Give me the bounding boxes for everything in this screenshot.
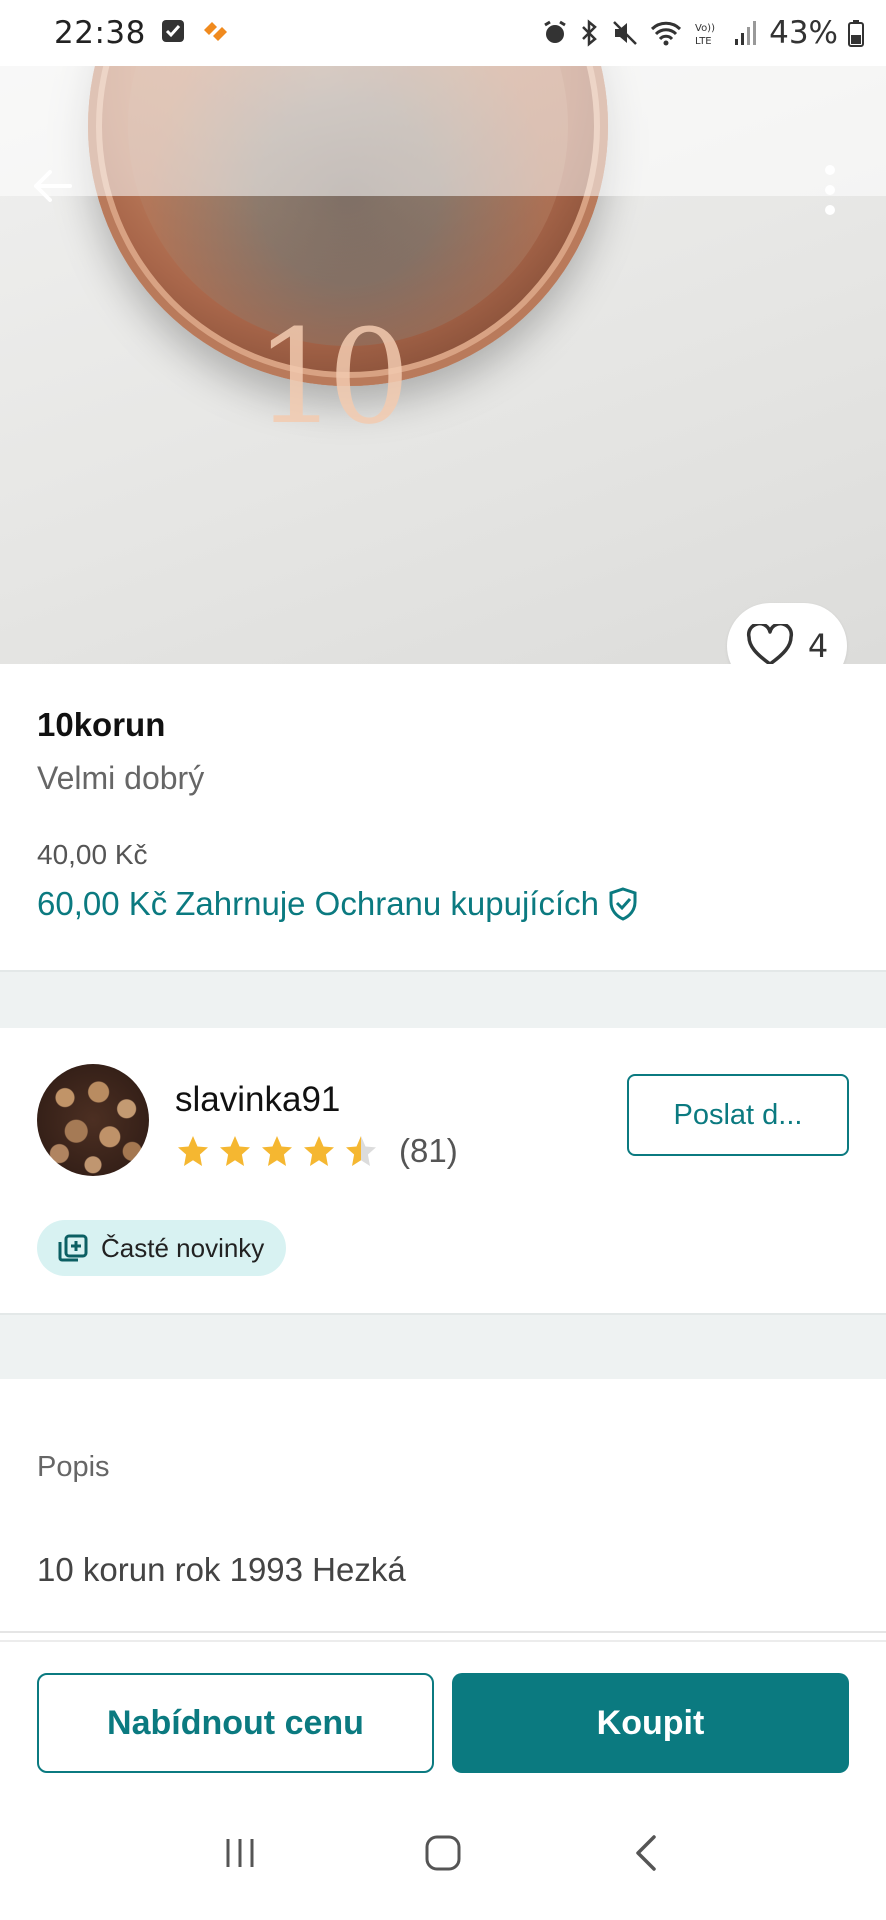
status-bar: 22:38 Vo)) LTE 43% bbox=[0, 0, 886, 66]
volte-icon: Vo)) LTE bbox=[693, 19, 723, 47]
mute-icon bbox=[611, 19, 639, 47]
star-full-icon bbox=[304, 1136, 334, 1166]
battery-percentage: 43% bbox=[769, 15, 838, 51]
favorite-count: 4 bbox=[807, 627, 829, 664]
description-divider bbox=[0, 1631, 886, 1633]
status-time: 22:38 bbox=[54, 15, 146, 51]
photo-top-overlay bbox=[0, 66, 886, 196]
product-price: 40,00 Kč bbox=[37, 839, 148, 870]
signal-icon bbox=[733, 19, 759, 47]
total-price: 60,00 Kč bbox=[37, 885, 168, 922]
star-full-icon bbox=[262, 1136, 292, 1166]
battery-icon bbox=[848, 19, 864, 47]
shield-check-icon bbox=[609, 887, 637, 921]
product-photo[interactable]: 10 4 bbox=[0, 66, 886, 664]
review-count: (81) bbox=[399, 1132, 458, 1169]
seller-name[interactable]: slavinka91 bbox=[175, 1080, 340, 1120]
star-full-icon bbox=[220, 1136, 250, 1166]
description-label: Popis bbox=[37, 1451, 110, 1483]
back-nav-icon[interactable] bbox=[626, 1831, 666, 1879]
more-options-button[interactable] bbox=[810, 158, 850, 222]
back-button[interactable] bbox=[24, 158, 80, 214]
badge-label: Časté novinky bbox=[101, 1232, 265, 1263]
favorite-button[interactable]: 4 bbox=[727, 603, 847, 664]
star-full-icon bbox=[178, 1136, 208, 1166]
checkbox-notification-icon bbox=[160, 18, 186, 48]
arrow-left-icon bbox=[34, 170, 72, 202]
system-navigation-bar bbox=[0, 1790, 886, 1920]
svg-text:Vo)): Vo)) bbox=[695, 23, 715, 34]
make-offer-button[interactable]: Nabídnout cenu bbox=[37, 1673, 434, 1773]
alarm-icon bbox=[541, 19, 569, 47]
more-vertical-icon bbox=[825, 165, 835, 215]
message-seller-button[interactable]: Poslat d... bbox=[627, 1074, 849, 1156]
seller-section: slavinka91 (81) Poslat d... Časté novink… bbox=[0, 1028, 886, 1313]
hearts-notification-icon bbox=[200, 18, 230, 48]
avatar[interactable] bbox=[37, 1064, 149, 1176]
frequent-uploads-badge: Časté novinky bbox=[37, 1220, 287, 1276]
home-icon[interactable] bbox=[421, 1831, 465, 1879]
product-title: 10korun bbox=[37, 706, 166, 743]
buyer-protection-label: Zahrnuje Ochranu kupujících bbox=[175, 885, 599, 922]
action-bar: Nabídnout cenu Koupit bbox=[0, 1640, 886, 1790]
coin-decoration: 10 bbox=[255, 301, 410, 453]
new-items-icon bbox=[58, 1234, 88, 1262]
description-text: 10 korun rok 1993 Hezká bbox=[37, 1551, 406, 1588]
section-divider bbox=[0, 970, 886, 1028]
product-info: 10korun Velmi dobrý 40,00 Kč 60,00 Kč Za… bbox=[0, 664, 886, 970]
seller-rating[interactable]: (81) bbox=[175, 1132, 458, 1170]
recent-apps-icon[interactable] bbox=[220, 1833, 260, 1877]
total-price-row[interactable]: 60,00 Kč Zahrnuje Ochranu kupujících bbox=[37, 885, 849, 923]
section-divider bbox=[0, 1313, 886, 1379]
star-half-icon bbox=[346, 1136, 376, 1166]
wifi-icon bbox=[649, 19, 683, 47]
heart-icon bbox=[746, 624, 793, 664]
buy-button[interactable]: Koupit bbox=[452, 1673, 849, 1773]
bluetooth-icon bbox=[579, 19, 601, 47]
product-condition: Velmi dobrý bbox=[37, 760, 205, 796]
description-section: Popis 10 korun rok 1993 Hezká bbox=[0, 1379, 886, 1633]
svg-text:LTE: LTE bbox=[695, 36, 712, 47]
